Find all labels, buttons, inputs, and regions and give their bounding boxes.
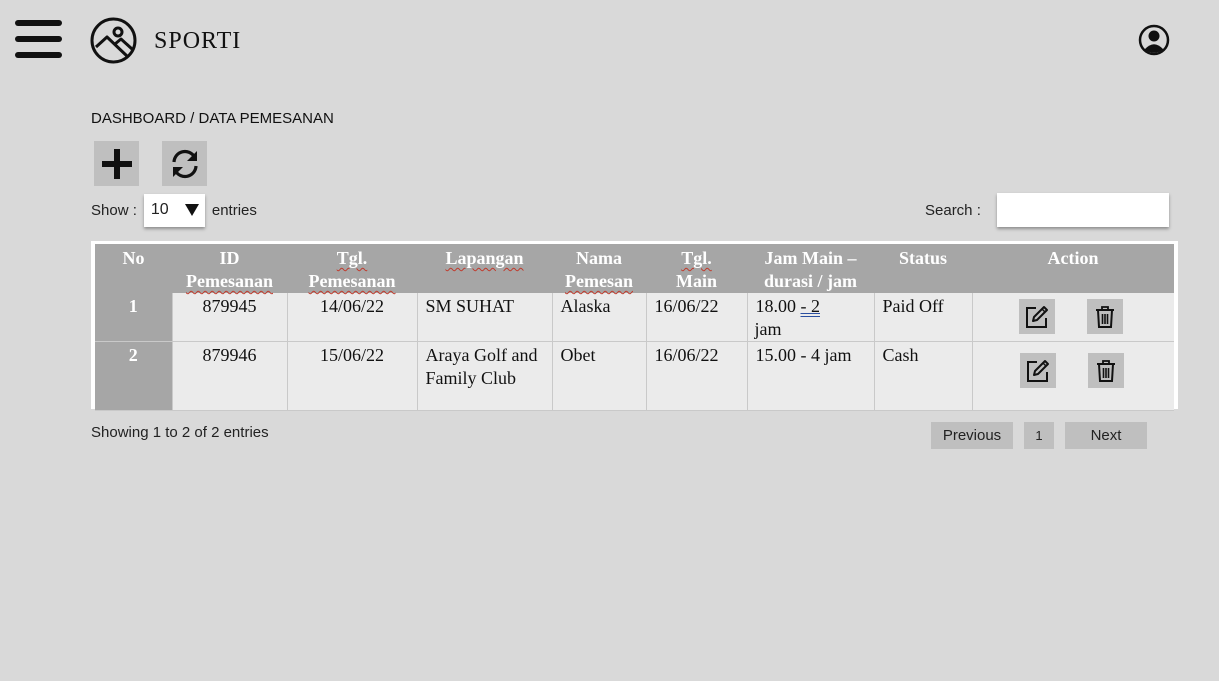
- col-header-tgl-main[interactable]: Tgl. Main: [646, 244, 747, 293]
- entries-select[interactable]: 10: [143, 193, 205, 227]
- col-header-nama-pemesan[interactable]: Nama Pemesan: [552, 244, 646, 293]
- cell-lapangan: Araya Golf and Family Club: [416, 341, 552, 411]
- cell-lapangan: SM SUHAT: [416, 293, 552, 342]
- cell-status: Paid Off: [873, 293, 972, 342]
- cell-tgl-main: 16/06/22: [645, 293, 747, 342]
- cell-id: 879946: [171, 341, 287, 411]
- col-header-no[interactable]: No: [95, 244, 172, 293]
- next-page-button[interactable]: Next: [1065, 422, 1147, 449]
- cell-no: 1: [95, 293, 172, 342]
- trash-icon: [1095, 305, 1114, 328]
- search-input[interactable]: [997, 193, 1169, 227]
- table-row: 1 879945 14/06/22 SM SUHAT Alaska 16/06/…: [95, 293, 1174, 342]
- hamburger-menu-icon[interactable]: [15, 20, 62, 58]
- brand-name: SPORTI: [154, 28, 242, 54]
- delete-button[interactable]: [1086, 299, 1123, 334]
- col-header-tgl-pemesanan[interactable]: Tgl. Pemesanan: [287, 244, 417, 293]
- bookings-table-container: No ID Pemesanan Tgl. Pemesanan Lapangan Na…: [91, 241, 1178, 411]
- col-header-status[interactable]: Status: [874, 244, 972, 293]
- cell-tgl-pemesanan: 15/06/22: [286, 341, 417, 411]
- table-header-row: No ID Pemesanan Tgl. Pemesanan Lapangan Na…: [95, 244, 1174, 293]
- cell-tgl-pemesanan: 14/06/22: [286, 293, 417, 342]
- dropdown-arrow-icon: [184, 204, 199, 216]
- col-header-lapangan[interactable]: Lapangan: [417, 244, 552, 293]
- search-label: Search :: [925, 202, 981, 219]
- cell-id: 879945: [171, 293, 287, 342]
- cell-nama: Obet: [551, 341, 646, 411]
- delete-button[interactable]: [1087, 353, 1124, 388]
- show-label: Show :: [91, 201, 137, 219]
- page-number-button[interactable]: 1: [1024, 422, 1054, 449]
- bookings-table: No ID Pemesanan Tgl. Pemesanan Lapangan Na…: [95, 244, 1174, 411]
- edit-icon: [1025, 305, 1048, 328]
- col-header-id[interactable]: ID Pemesanan: [172, 244, 287, 293]
- cell-tgl-main: 16/06/22: [645, 341, 747, 411]
- plus-icon: [101, 148, 132, 179]
- table-info: Showing 1 to 2 of 2 entries: [91, 424, 269, 441]
- col-header-action: Action: [972, 244, 1174, 293]
- previous-page-button[interactable]: Previous: [931, 422, 1013, 449]
- entries-length-control: Show : 10 entries: [91, 193, 257, 227]
- breadcrumb: DASHBOARD / DATA PEMESANAN: [91, 110, 334, 127]
- cell-action: [971, 341, 1174, 411]
- refresh-icon: [171, 149, 198, 178]
- col-header-jam-main[interactable]: Jam Main – durasi / jam: [747, 244, 874, 293]
- table-row: 2 879946 15/06/22 Araya Golf and Family …: [95, 341, 1174, 411]
- entries-select-value: 10: [150, 201, 169, 218]
- add-button[interactable]: [94, 141, 139, 186]
- entries-label: entries: [211, 201, 257, 219]
- edit-button[interactable]: [1018, 299, 1055, 334]
- cell-jam: 15.00 - 4 jam: [746, 341, 874, 411]
- edit-icon: [1026, 359, 1049, 382]
- cell-nama: Alaska: [551, 293, 646, 342]
- image-logo-icon: [90, 17, 137, 64]
- edit-button[interactable]: [1019, 353, 1056, 388]
- refresh-button[interactable]: [162, 141, 207, 186]
- cell-jam: 18.00 - 2 jam: [746, 293, 874, 342]
- cell-no: 2: [95, 341, 172, 411]
- trash-icon: [1096, 359, 1115, 382]
- cell-status: Cash: [873, 341, 972, 411]
- user-circle-icon[interactable]: [1138, 24, 1170, 56]
- cell-action: [971, 293, 1174, 342]
